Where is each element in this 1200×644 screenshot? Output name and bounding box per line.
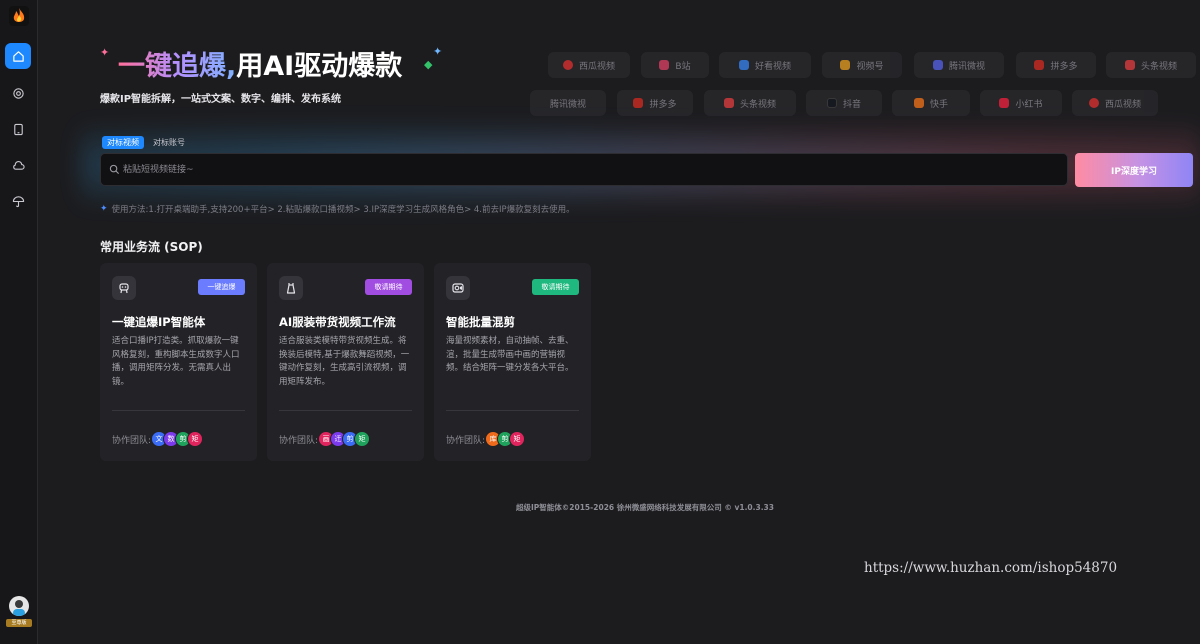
card-title: 一键追爆IP智能体	[112, 315, 206, 329]
platform-chip[interactable]: 抖音	[806, 90, 882, 116]
watermark: https://www.huzhan.com/ishop54870	[864, 560, 1118, 576]
xigua-icon	[562, 60, 573, 70]
divider	[112, 410, 245, 411]
card-badge[interactable]: 敬请期待	[365, 279, 412, 295]
platform-chip[interactable]: 好看视频	[719, 52, 811, 78]
platform-chip[interactable]: 快手	[892, 90, 970, 116]
video-link-input[interactable]	[123, 154, 1043, 185]
platform-chip[interactable]: 西瓜视频	[1072, 90, 1158, 116]
vip-badge: 至尊版	[6, 619, 32, 627]
flame-logo-icon[interactable]	[9, 6, 29, 26]
ip-deep-learning-button[interactable]: IP深度学习	[1075, 153, 1193, 187]
card-description: 适合口播IP打造类。抓取爆款一键风格复刻，重构脚本生成数字人口播，调用矩阵分发。…	[112, 336, 240, 387]
team-member-avatar: 矩	[187, 431, 204, 447]
platform-chip[interactable]: 视频号	[822, 52, 902, 78]
card-badge[interactable]: 一键追爆	[198, 279, 245, 295]
card-description: 适合服装类模特带货视频生成。将换装后模特,基于爆款舞蹈视频，一键动作复刻，生成高…	[279, 336, 410, 387]
device-nav-button[interactable]	[5, 116, 31, 142]
sop-card[interactable]: 一键追爆 一键追爆IP智能体 适合口播IP打造类。抓取爆款一键风格复刻，重构脚本…	[100, 263, 257, 461]
subtitle: 爆款IP智能拆解，一站式文案、数字、编排、发布系统	[100, 94, 342, 105]
user-profile[interactable]: 至尊版	[2, 591, 36, 631]
divider	[279, 410, 412, 411]
team-label: 协作团队:	[279, 435, 319, 446]
umbrella-nav-button[interactable]	[5, 188, 31, 214]
sop-card[interactable]: 敬请期待 AI服装带货视频工作流 适合服装类模特带货视频生成。将换装后模特,基于…	[267, 263, 424, 461]
pinduoduo-icon	[1034, 60, 1045, 70]
team-label: 协作团队:	[446, 435, 486, 446]
twinkle-icon: ✦	[433, 45, 443, 58]
toutiao-icon	[1124, 60, 1135, 70]
home-nav-button[interactable]	[5, 43, 31, 69]
toutiao-icon	[723, 98, 734, 108]
kuaishou-icon	[913, 98, 924, 108]
usage-tip: ✦ 使用方法:1.打开桌端助手,支持200+平台> 2.粘贴爆款口播视频> 3.…	[100, 204, 575, 215]
douyin-icon	[826, 98, 837, 108]
sop-card[interactable]: 敬请期待 智能批量混剪 海量视频素材，自动抽帧、去重、渲，批量生成带画中画的营销…	[434, 263, 591, 461]
tab-benchmark-account[interactable]: 对标账号	[148, 136, 190, 149]
video-camera-icon	[446, 276, 470, 300]
target-icon	[12, 87, 24, 99]
sparkle-icon: ✦	[100, 204, 108, 214]
avatar[interactable]	[9, 596, 29, 616]
team-row: 协作团队: 库 剪 矩	[446, 431, 526, 447]
pinduoduo-icon	[633, 98, 644, 108]
shipinhao-icon	[840, 60, 851, 70]
xiaohongshu-icon	[999, 98, 1010, 108]
tablet-icon	[13, 123, 23, 135]
card-badge[interactable]: 敬请期待	[532, 279, 579, 295]
dress-icon	[279, 276, 303, 300]
platform-chip[interactable]: 拼多多	[617, 90, 693, 116]
star-sparkle-icon: ◆	[424, 58, 433, 71]
sop-section-title: 常用业务流 (SOP)	[100, 240, 203, 254]
team-row: 协作团队: 画 迁 剪 矩	[279, 431, 371, 447]
title-white-text: 用AI驱动爆款	[236, 51, 403, 82]
card-title: 智能批量混剪	[446, 315, 515, 329]
team-row: 协作团队: 文 数 剪 矩	[112, 431, 204, 447]
platform-chip[interactable]: 腾讯微视	[530, 90, 606, 116]
platform-chip[interactable]: 头条视频	[1106, 52, 1196, 78]
xigua-icon	[1088, 98, 1099, 108]
card-description: 海量视频素材，自动抽帧、去重、渲，批量生成带画中画的营销视频。结合矩阵一键分发各…	[446, 336, 574, 373]
title-gradient-text: 一键追爆,	[118, 51, 237, 82]
team-member-avatar: 矩	[354, 431, 371, 447]
robot-icon	[112, 276, 136, 300]
team-member-avatar: 矩	[509, 431, 526, 447]
sidebar: 至尊版	[0, 0, 38, 644]
umbrella-icon	[12, 195, 24, 207]
bilibili-icon	[659, 60, 670, 70]
platform-chip[interactable]: 西瓜视频	[548, 52, 630, 78]
card-title: AI服装带货视频工作流	[279, 315, 396, 329]
cloud-nav-button[interactable]	[5, 152, 31, 178]
search-icon	[109, 164, 120, 175]
cloud-icon	[12, 160, 25, 170]
rocket-sparkle-icon: ✦	[100, 46, 110, 59]
platform-chip[interactable]: 拼多多	[1016, 52, 1096, 78]
platform-chip[interactable]: 腾讯微视	[914, 52, 1004, 78]
search-box	[100, 153, 1068, 186]
divider	[446, 410, 579, 411]
weishi-icon	[932, 60, 943, 70]
platform-chip[interactable]: B站	[641, 52, 709, 78]
platform-chip[interactable]: 小红书	[980, 90, 1062, 116]
haokan-icon	[738, 60, 749, 70]
home-icon	[12, 50, 24, 62]
page-title: 一键追爆,用AI驱动爆款	[118, 44, 402, 83]
discover-nav-button[interactable]	[5, 80, 31, 106]
footer-copyright: 超级IP智能体©2015-2026 徐州微盛网络科技发展有限公司 © v1.0.…	[515, 503, 774, 512]
tab-benchmark-video[interactable]: 对标视频	[102, 136, 144, 149]
platform-chip[interactable]: 头条视频	[704, 90, 796, 116]
team-label: 协作团队:	[112, 435, 152, 446]
